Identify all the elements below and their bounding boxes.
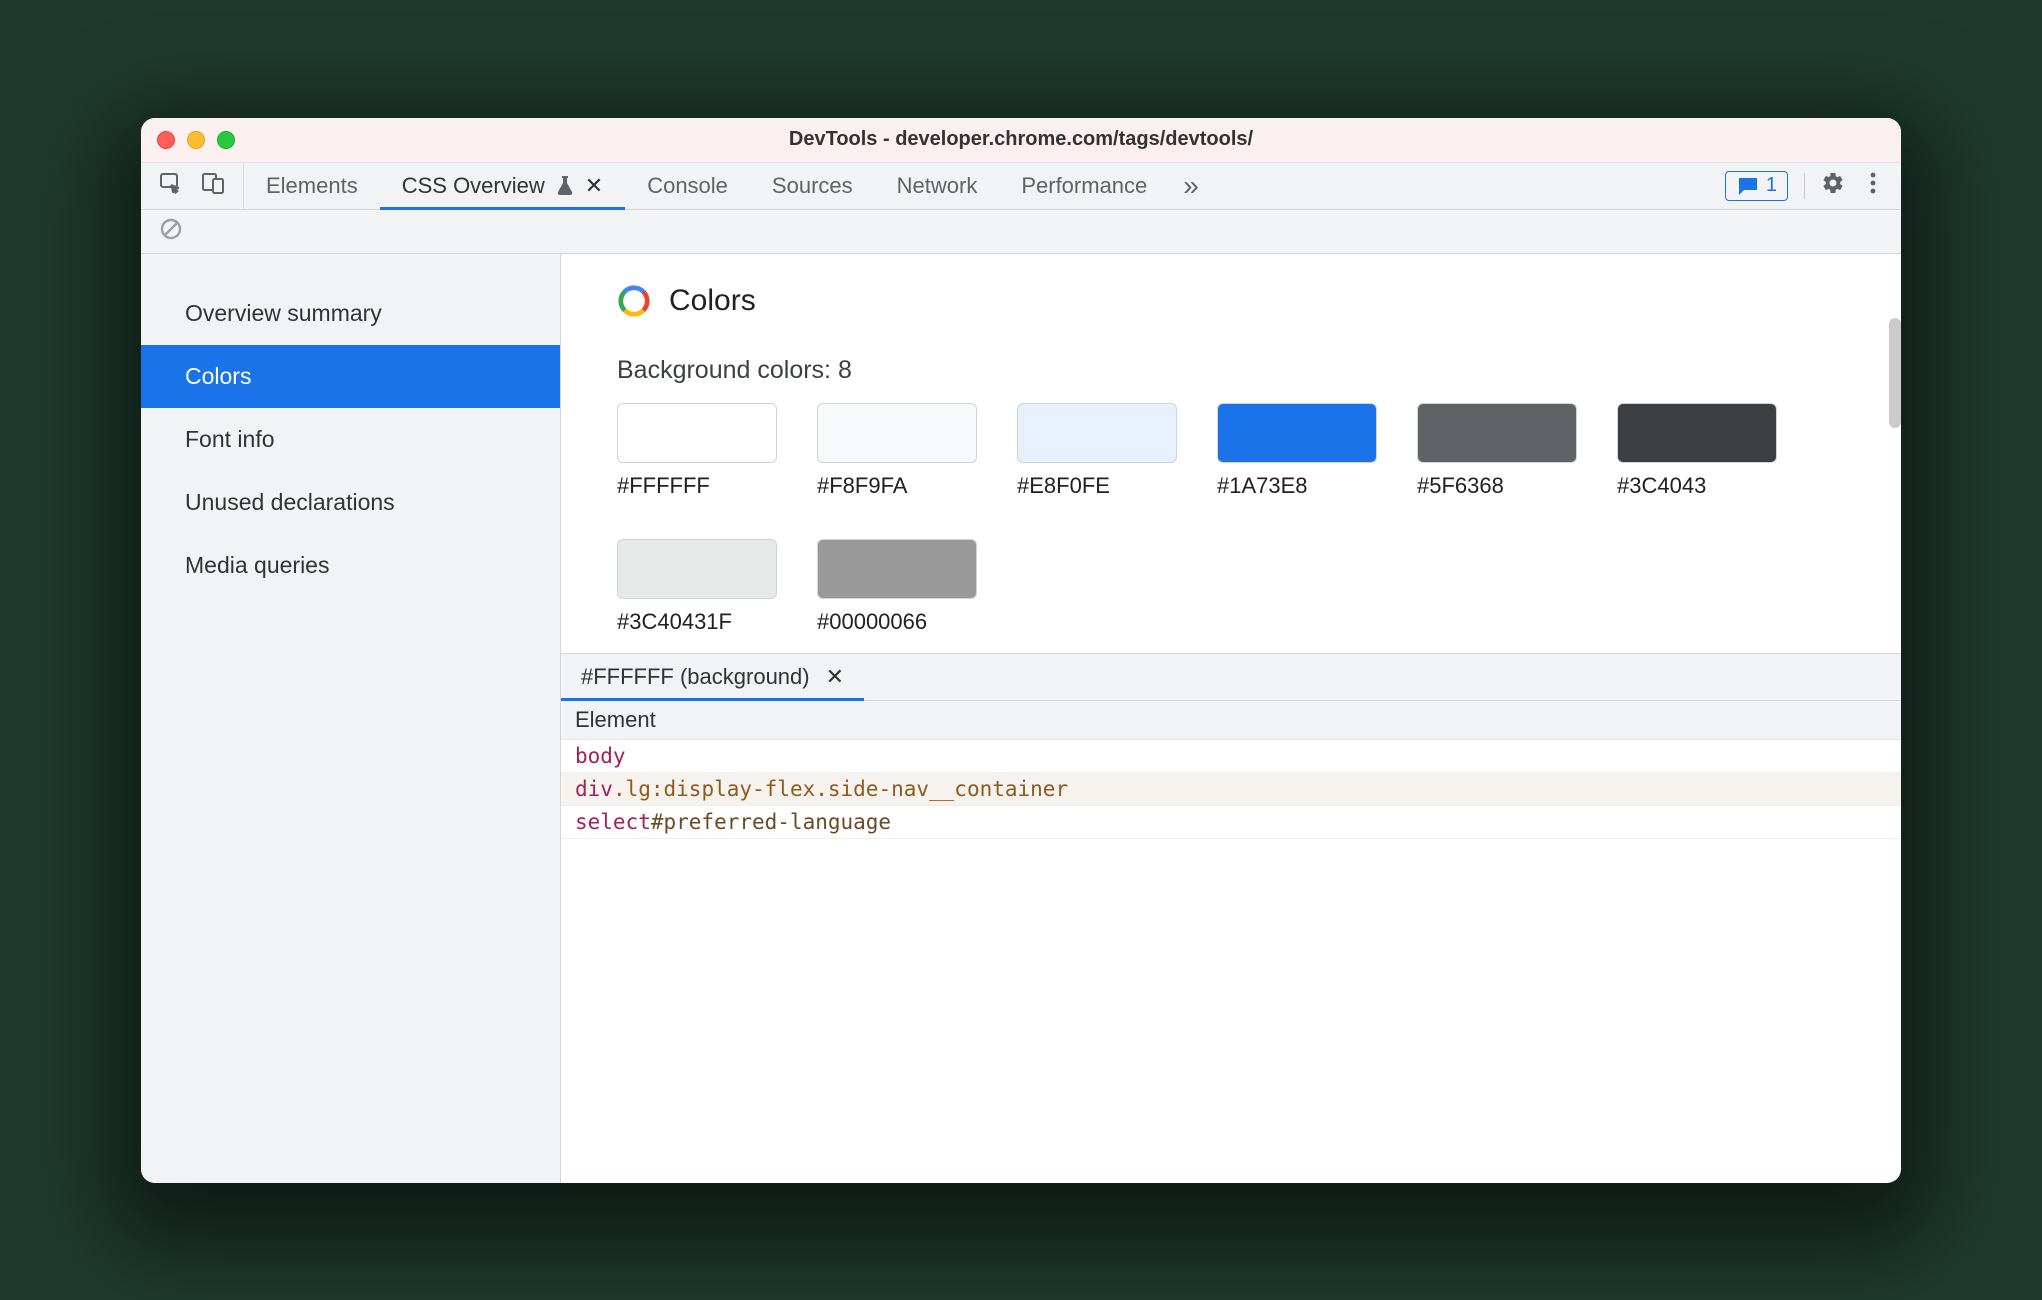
tab-label: Sources <box>772 173 853 199</box>
swatch-label: #FFFFFF <box>617 473 777 499</box>
issues-button[interactable]: 1 <box>1725 171 1788 201</box>
settings-button[interactable] <box>1821 171 1845 201</box>
sidebar-item-font-info[interactable]: Font info <box>141 408 560 471</box>
tab-performance[interactable]: Performance <box>999 163 1169 209</box>
color-swatch[interactable]: #FFFFFF <box>617 403 777 499</box>
inspect-icon[interactable] <box>159 171 183 201</box>
close-tab-button[interactable]: ✕ <box>585 173 603 199</box>
tab-elements[interactable]: Elements <box>244 163 380 209</box>
color-swatch[interactable]: #3C4043 <box>1617 403 1777 499</box>
table-row[interactable]: body <box>561 740 1901 773</box>
detail-tab-label: #FFFFFF (background) <box>581 664 810 690</box>
swatch-chip <box>617 539 777 599</box>
swatch-grid: #FFFFFF #F8F9FA #E8F0FE #1A73E8 #5F6368 #3C40… <box>617 403 1845 635</box>
detail-tab[interactable]: #FFFFFF (background) ✕ <box>561 654 864 700</box>
overview-toolbar <box>141 210 1901 254</box>
tab-label: CSS Overview <box>402 173 545 199</box>
sidebar-item-colors[interactable]: Colors <box>141 345 560 408</box>
selector-part: .lg:display-flex <box>613 777 815 801</box>
devtools-window: DevTools - developer.chrome.com/tags/dev… <box>141 118 1901 1183</box>
scrollbar-thumb[interactable] <box>1889 318 1901 428</box>
sidebar-item-overview-summary[interactable]: Overview summary <box>141 282 560 345</box>
swatch-label: #F8F9FA <box>817 473 977 499</box>
tab-sources[interactable]: Sources <box>750 163 875 209</box>
tab-label: Performance <box>1021 173 1147 199</box>
swatch-label: #00000066 <box>817 609 977 635</box>
swatch-chip <box>1217 403 1377 463</box>
close-window-button[interactable] <box>157 131 175 149</box>
clear-icon[interactable] <box>159 217 183 246</box>
window-controls <box>157 131 235 149</box>
tab-network[interactable]: Network <box>875 163 1000 209</box>
sidebar-item-unused-declarations[interactable]: Unused declarations <box>141 471 560 534</box>
experiment-icon <box>553 174 577 198</box>
color-swatch[interactable]: #3C40431F <box>617 539 777 635</box>
device-toggle-icon[interactable] <box>201 171 225 201</box>
table-row[interactable]: select#preferred-language <box>561 806 1901 839</box>
swatch-chip <box>617 403 777 463</box>
section-title: Colors <box>669 284 756 318</box>
color-swatch[interactable]: #F8F9FA <box>817 403 977 499</box>
detail-table: Element body div.lg:display-flex.side-nav… <box>561 701 1901 1183</box>
maximize-window-button[interactable] <box>217 131 235 149</box>
tab-label: Elements <box>266 173 358 199</box>
color-swatch[interactable]: #00000066 <box>817 539 977 635</box>
detail-panel: #FFFFFF (background) ✕ Element body div.l… <box>561 653 1901 1183</box>
color-swatch[interactable]: #5F6368 <box>1417 403 1577 499</box>
content-pane: Colors Background colors: 8 #FFFFFF #F8F9… <box>561 254 1901 1183</box>
swatch-label: #3C40431F <box>617 609 777 635</box>
selector-part: select <box>575 810 651 834</box>
selector-part: div <box>575 777 613 801</box>
swatch-label: #5F6368 <box>1417 473 1577 499</box>
issues-count: 1 <box>1766 174 1777 197</box>
swatch-label: #3C4043 <box>1617 473 1777 499</box>
swatch-label: #E8F0FE <box>1017 473 1177 499</box>
sidebar: Overview summaryColorsFont infoUnused de… <box>141 254 561 1183</box>
swatch-chip <box>1017 403 1177 463</box>
swatch-chip <box>1417 403 1577 463</box>
selector-part: body <box>575 744 626 768</box>
color-swatch[interactable]: #E8F0FE <box>1017 403 1177 499</box>
close-detail-tab-button[interactable]: ✕ <box>826 664 844 690</box>
tab-console[interactable]: Console <box>625 163 750 209</box>
tab-css-overview[interactable]: CSS Overview ✕ <box>380 163 625 209</box>
swatch-chip <box>1617 403 1777 463</box>
more-tabs-button[interactable]: » <box>1169 163 1213 209</box>
minimize-window-button[interactable] <box>187 131 205 149</box>
tab-strip: Elements CSS Overview ✕ Console Sources Netwo… <box>141 162 1901 210</box>
tab-label: Network <box>897 173 978 199</box>
titlebar: DevTools - developer.chrome.com/tags/dev… <box>141 118 1901 162</box>
selector-part: #preferred-language <box>651 810 891 834</box>
color-swatch[interactable]: #1A73E8 <box>1217 403 1377 499</box>
sidebar-item-media-queries[interactable]: Media queries <box>141 534 560 597</box>
window-title: DevTools - developer.chrome.com/tags/dev… <box>141 128 1901 151</box>
main-area: Overview summaryColorsFont infoUnused de… <box>141 254 1901 1183</box>
section-subtitle: Background colors: 8 <box>617 356 1845 385</box>
swatch-chip <box>817 539 977 599</box>
table-header: Element <box>561 701 1901 740</box>
selector-part: .side-nav__container <box>815 777 1068 801</box>
swatch-chip <box>817 403 977 463</box>
colors-section: Colors Background colors: 8 #FFFFFF #F8F9… <box>561 254 1901 653</box>
message-icon <box>1736 174 1760 198</box>
swatch-label: #1A73E8 <box>1217 473 1377 499</box>
more-menu-button[interactable] <box>1861 171 1885 201</box>
table-row[interactable]: div.lg:display-flex.side-nav__container <box>561 773 1901 806</box>
tab-label: Console <box>647 173 728 199</box>
color-ring-icon <box>617 284 651 318</box>
